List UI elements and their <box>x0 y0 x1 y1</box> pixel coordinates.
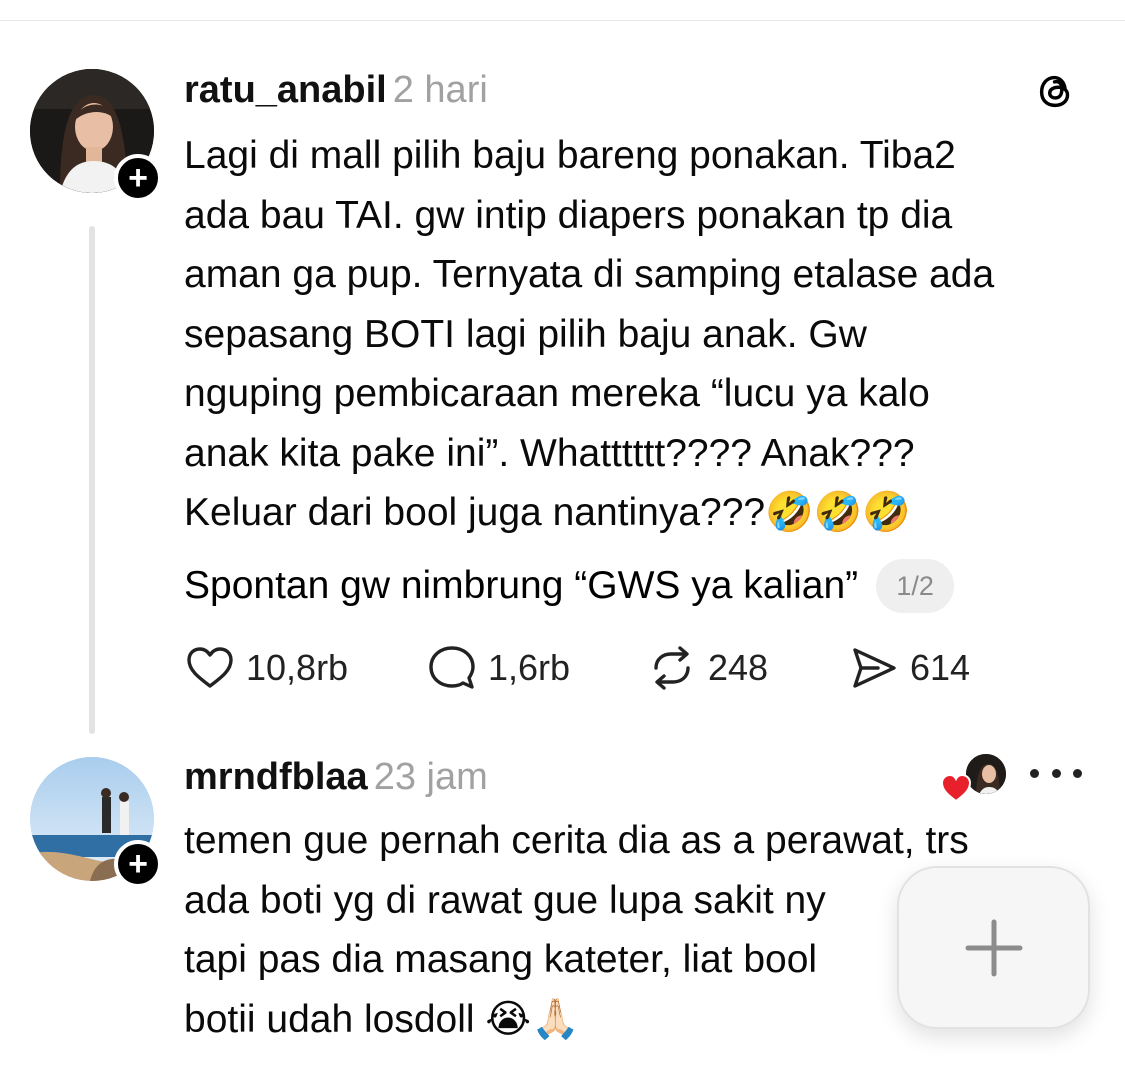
username[interactable]: mrndfblaa <box>184 756 368 798</box>
repost-arrows-icon <box>654 646 690 690</box>
plus-icon: + <box>128 159 148 197</box>
post-text-continued: Spontan gw nimbrung “GWS ya kalian” 1/2 <box>184 556 955 616</box>
avatar-photo <box>966 754 1006 794</box>
username[interactable]: ratu_anabil <box>184 69 387 111</box>
page-indicator[interactable]: 1/2 <box>876 559 955 613</box>
more-horizontal-icon[interactable] <box>1030 758 1082 788</box>
dot <box>1051 768 1061 778</box>
comment-button[interactable]: 1,6rb <box>426 640 570 696</box>
repost-button[interactable]: 248 <box>646 640 768 696</box>
share-count: 614 <box>910 647 971 688</box>
heart-outline-icon <box>187 647 233 688</box>
post-time: 2 hari <box>392 69 488 111</box>
plus-icon: + <box>128 845 148 883</box>
liked-heart-icon <box>940 773 972 803</box>
top-divider <box>0 20 1125 21</box>
comment-count: 1,6rb <box>488 647 571 688</box>
dot <box>1030 768 1039 778</box>
post-header: mrndfblaa 23 jam <box>184 755 488 799</box>
thread-connector-line <box>89 226 95 734</box>
send-icon <box>853 648 896 688</box>
plus-icon <box>965 919 1022 976</box>
like-count: 10,8rb <box>246 647 349 688</box>
post-text-line: Spontan gw nimbrung “GWS ya kalian” <box>184 564 859 607</box>
post-header: ratu_anabil 2 hari <box>184 68 488 112</box>
dot <box>1073 768 1082 778</box>
post-text: Lagi di mall pilih baju bareng ponakan. … <box>184 134 995 534</box>
like-button[interactable]: 10,8rb <box>184 640 348 696</box>
follow-button[interactable]: + <box>114 154 162 202</box>
repost-count: 248 <box>708 647 769 688</box>
follow-button[interactable]: + <box>114 840 162 888</box>
post-time: 23 jam <box>373 756 488 798</box>
threads-logo-icon[interactable] <box>1033 68 1079 114</box>
compose-button[interactable] <box>897 866 1090 1029</box>
share-button[interactable]: 614 <box>848 640 970 696</box>
comment-bubble-icon <box>429 646 475 689</box>
